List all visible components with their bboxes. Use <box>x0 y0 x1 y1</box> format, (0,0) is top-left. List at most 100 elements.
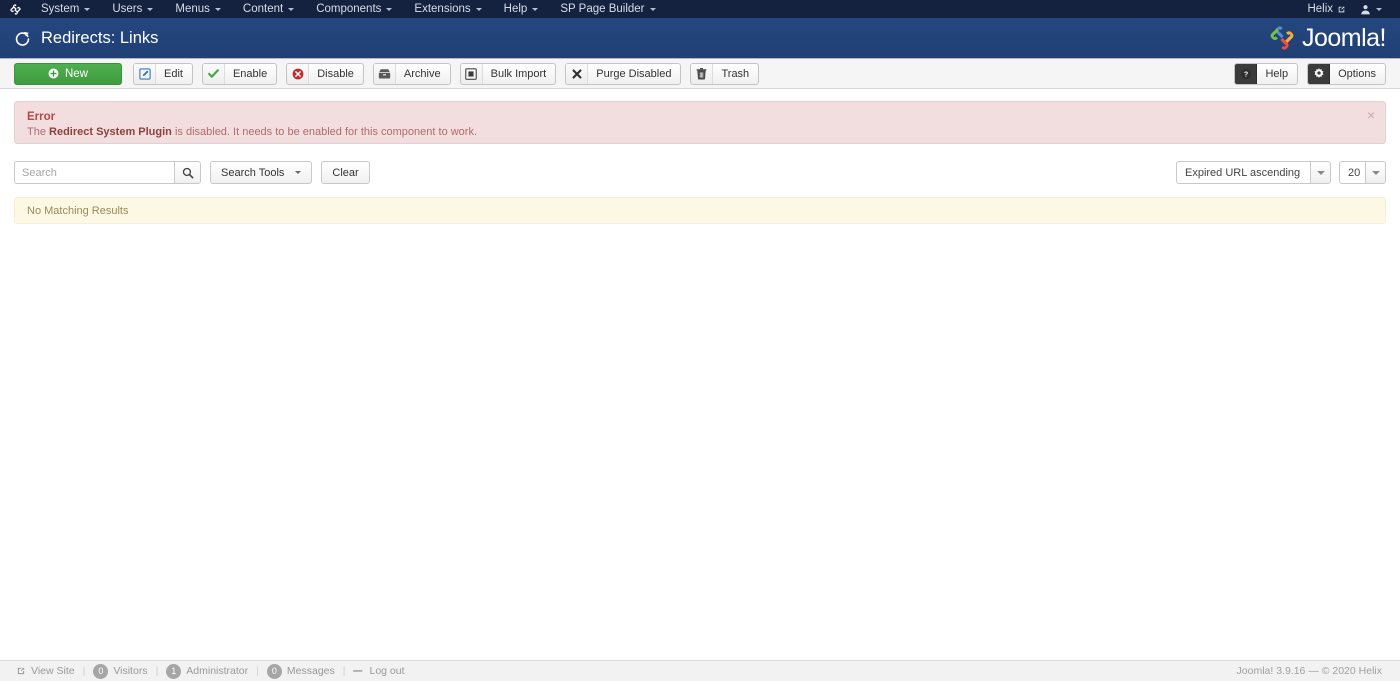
external-link-icon <box>17 667 25 675</box>
search-right-group: Expired URL ascending 20 <box>1176 161 1386 184</box>
administrator-label: Administrator <box>186 665 249 677</box>
trash-button-group: Trash <box>690 62 760 85</box>
trash-can-icon <box>691 63 714 84</box>
page-title-text: Redirects: Links <box>41 28 159 47</box>
clear-button[interactable]: Clear <box>321 161 370 184</box>
menu-label: Users <box>112 3 143 15</box>
no-results-text: No Matching Results <box>27 204 129 217</box>
footer-view-site[interactable]: View Site <box>8 665 83 677</box>
page-limit-value: 20 <box>1339 161 1365 184</box>
bulk-import-button[interactable]: Bulk Import <box>459 62 557 85</box>
minus-icon <box>353 670 363 672</box>
times-icon <box>566 63 589 84</box>
archive-button-group: Archive <box>372 62 451 85</box>
purge-disabled-button[interactable]: Purge Disabled <box>565 62 682 85</box>
edit-button-label: Edit <box>164 67 183 80</box>
pencil-square-icon <box>134 63 156 84</box>
chevron-down-icon <box>1371 170 1380 175</box>
chevron-down-icon <box>386 7 393 11</box>
menu-label: SP Page Builder <box>560 3 645 15</box>
search-tools-button[interactable]: Search Tools <box>210 161 313 184</box>
menu-item-content[interactable]: Content <box>232 0 305 18</box>
toolbar-right-group: ? Help Options <box>1234 62 1386 85</box>
chevron-down-icon <box>214 7 221 11</box>
purge-disabled-button-group: Purge Disabled <box>565 62 682 85</box>
disable-button[interactable]: Disable <box>286 62 364 85</box>
page-limit-select[interactable]: 20 <box>1339 161 1386 184</box>
user-icon <box>1361 4 1370 14</box>
action-toolbar: New Edit Enable Disable Archive Bulk Imp… <box>0 59 1400 89</box>
plus-circle-icon <box>48 68 59 79</box>
page-subheader: Redirects: Links Joomla! <box>0 18 1400 59</box>
enable-button-label: Enable <box>232 67 268 80</box>
help-button[interactable]: ? Help <box>1234 62 1299 85</box>
trash-button[interactable]: Trash <box>690 62 760 85</box>
chevron-down-icon <box>475 7 482 11</box>
archive-box-icon <box>373 63 396 84</box>
new-button[interactable]: New <box>14 62 122 85</box>
archive-button-label: Archive <box>403 67 441 80</box>
search-left-group: Search Tools Clear <box>14 161 370 184</box>
administrator-badge: 1 <box>166 663 182 679</box>
menu-label: Menus <box>175 3 210 15</box>
visitors-label: Visitors <box>113 665 148 677</box>
enable-button[interactable]: Enable <box>201 62 278 85</box>
bulk-import-button-group: Bulk Import <box>459 62 557 85</box>
chevron-down-icon <box>1316 170 1325 175</box>
joomla-logo-icon <box>1270 26 1294 50</box>
chevron-down-icon <box>288 7 295 11</box>
user-menu-button[interactable] <box>1354 4 1392 15</box>
sort-select-arrow[interactable] <box>1310 161 1331 184</box>
status-bar: View Site | 0 Visitors | 1 Administrator… <box>0 660 1400 681</box>
edit-button-group: Edit <box>133 62 193 85</box>
footer-administrator[interactable]: 1 Administrator <box>158 663 256 679</box>
menu-item-users[interactable]: Users <box>101 0 164 18</box>
search-input[interactable] <box>14 161 174 184</box>
menu-item-sp-page-builder[interactable]: SP Page Builder <box>549 0 666 18</box>
menu-label: Help <box>503 3 528 15</box>
filled-square-icon <box>460 63 483 84</box>
page-title: Redirects: Links <box>14 29 158 48</box>
logout-label: Log out <box>369 665 405 677</box>
menu-item-extensions[interactable]: Extensions <box>403 0 492 18</box>
menu-item-menus[interactable]: Menus <box>164 0 232 18</box>
joomla-mark-icon[interactable] <box>0 0 30 18</box>
error-text-before: The <box>27 126 50 138</box>
error-text-emphasis: Redirect System Plugin <box>49 126 172 138</box>
joomla-wordmark: Joomla! <box>1301 23 1387 52</box>
menu-item-system[interactable]: System <box>30 0 101 18</box>
joomla-logo: Joomla! <box>1268 23 1387 53</box>
search-field-group <box>14 161 201 184</box>
menu-item-help[interactable]: Help <box>493 0 550 18</box>
page-limit-arrow[interactable] <box>1365 161 1386 184</box>
site-name-label: Helix <box>1307 3 1333 15</box>
search-button[interactable] <box>174 161 201 184</box>
main-content: Error The Redirect System Plugin is disa… <box>0 101 1400 224</box>
check-icon <box>202 63 225 84</box>
options-button[interactable]: Options <box>1307 62 1386 85</box>
edit-button[interactable]: Edit <box>133 62 193 85</box>
sort-select[interactable]: Expired URL ascending <box>1176 161 1331 184</box>
footer-logout[interactable]: Log out <box>345 665 412 677</box>
times-circle-icon <box>287 63 310 84</box>
trash-button-label: Trash <box>721 67 750 80</box>
close-icon[interactable]: × <box>1367 108 1375 122</box>
footer-messages[interactable]: 0 Messages <box>259 663 343 679</box>
sort-select-value: Expired URL ascending <box>1176 161 1310 184</box>
footer-copyright: Joomla! 3.9.16 — © 2020 Helix <box>1236 665 1382 677</box>
search-filter-bar: Search Tools Clear Expired URL ascending… <box>14 161 1386 184</box>
archive-button[interactable]: Archive <box>372 62 451 85</box>
menu-label: Extensions <box>414 3 471 15</box>
view-site-link[interactable]: Helix <box>1301 3 1352 15</box>
topbar-right-group: Helix <box>1301 0 1392 18</box>
clear-label: Clear <box>332 166 359 179</box>
chevron-down-icon <box>147 7 154 11</box>
menu-item-components[interactable]: Components <box>305 0 403 18</box>
footer-visitors[interactable]: 0 Visitors <box>85 663 155 679</box>
svg-text:?: ? <box>1244 70 1248 78</box>
chevron-down-icon <box>649 7 656 11</box>
help-button-label: Help <box>1265 67 1289 80</box>
chevron-down-icon <box>532 7 539 11</box>
chevron-down-icon <box>84 7 91 11</box>
search-icon <box>182 167 193 178</box>
